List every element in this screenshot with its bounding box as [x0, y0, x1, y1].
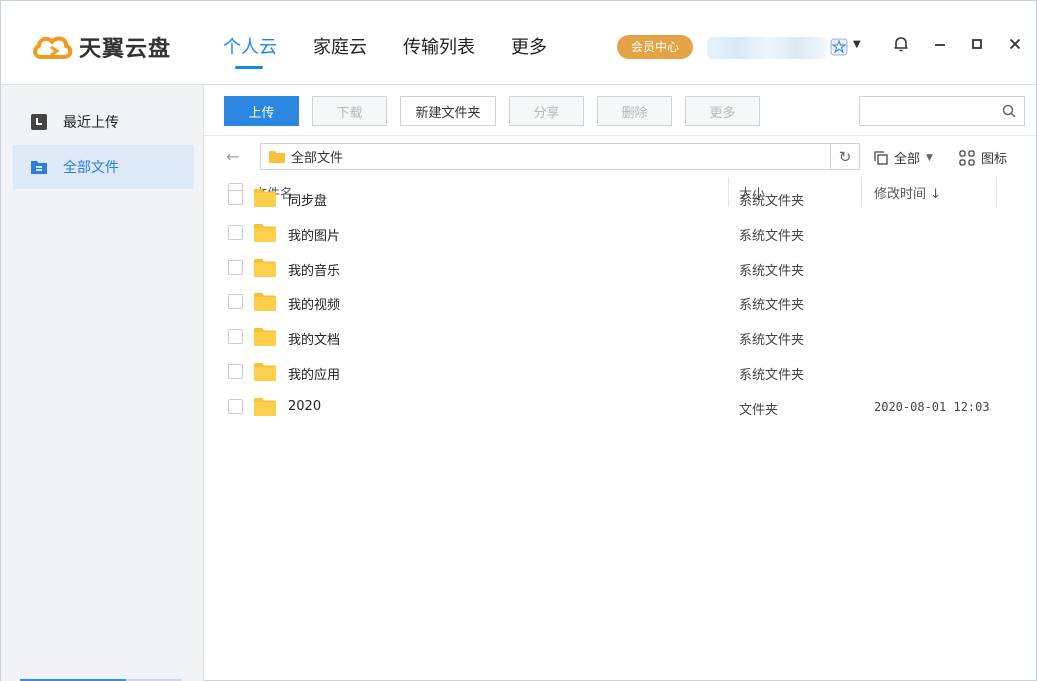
row-checkbox[interactable]	[228, 329, 243, 345]
folder-icon	[254, 258, 276, 277]
row-checkbox[interactable]	[228, 190, 243, 205]
file-list: 文件名 大小 修改时间 ↓ 同步盘系统文件夹我的图片系统文件夹我的音乐系统文件夹…	[204, 177, 1036, 418]
grid-icon	[959, 149, 975, 166]
tab-transfer-list[interactable]: 传输列表	[403, 33, 475, 59]
sidebar-item-label: 最近上传	[63, 115, 119, 131]
folder-icon	[254, 189, 276, 207]
app-logo: 天翼云盘	[31, 31, 171, 63]
sidebar-item-recent-upload[interactable]: 最近上传	[13, 100, 194, 144]
tab-personal-cloud[interactable]: 个人云	[223, 33, 277, 69]
download-button[interactable]: 下载	[312, 96, 387, 126]
view-mode-toggle[interactable]: 图标	[959, 148, 1007, 167]
filter-dropdown[interactable]: 全部 ▼	[874, 148, 933, 167]
title-bar: 天翼云盘 个人云 家庭云 传输列表 更多 会员中心 ▼	[1, 1, 1036, 85]
breadcrumb[interactable]: 全部文件	[260, 143, 860, 170]
folder-icon	[269, 151, 285, 163]
file-type: 系统文件夹	[739, 194, 805, 209]
file-name[interactable]: 我的音乐	[288, 260, 340, 279]
toolbar: 上传 下载 新建文件夹 分享 删除 更多	[204, 85, 1036, 135]
sidebar-item-label: 全部文件	[63, 160, 119, 176]
search-icon[interactable]	[1002, 104, 1016, 118]
recent-upload-icon	[31, 114, 47, 130]
file-name[interactable]: 我的图片	[288, 225, 340, 244]
cloud-logo-icon	[33, 36, 73, 59]
copy-icon	[874, 150, 888, 165]
sidebar: 最近上传 全部文件	[1, 85, 204, 681]
share-button[interactable]: 分享	[509, 96, 584, 126]
all-files-icon	[31, 161, 47, 174]
table-row[interactable]: 我的视频 系统文件夹	[204, 285, 1036, 320]
app-window: 天翼云盘 个人云 家庭云 传输列表 更多 会员中心 ▼ 最近上传 全部文件 上传…	[0, 0, 1037, 681]
user-avatar-icon[interactable]	[830, 38, 848, 56]
file-name[interactable]: 2020	[288, 399, 321, 414]
refresh-icon[interactable]: ↻	[830, 144, 859, 169]
file-type: 系统文件夹	[739, 368, 805, 383]
table-row[interactable]: 同步盘 系统文件夹	[204, 181, 1036, 216]
file-type: 系统文件夹	[739, 298, 805, 314]
user-account-name[interactable]	[707, 37, 827, 59]
view-label: 图标	[981, 152, 1008, 167]
close-icon[interactable]	[1004, 33, 1026, 55]
file-type: 系统文件夹	[739, 263, 805, 279]
table-row[interactable]: 我的图片 系统文件夹	[204, 216, 1036, 251]
back-arrow-icon[interactable]: ←	[226, 147, 239, 166]
maximize-icon[interactable]	[966, 33, 988, 55]
row-checkbox[interactable]	[228, 294, 243, 310]
row-checkbox[interactable]	[228, 224, 243, 240]
sidebar-item-all-files[interactable]: 全部文件	[13, 145, 194, 189]
row-checkbox[interactable]	[228, 259, 243, 275]
app-name: 天翼云盘	[79, 37, 172, 62]
file-name[interactable]: 同步盘	[288, 190, 327, 209]
table-row[interactable]: 我的音乐 系统文件夹	[204, 251, 1036, 286]
upload-button[interactable]: 上传	[224, 96, 299, 126]
delete-button[interactable]: 删除	[597, 96, 672, 126]
folder-icon	[254, 328, 276, 347]
row-checkbox[interactable]	[228, 364, 243, 379]
row-checkbox[interactable]	[228, 398, 243, 414]
table-row[interactable]: 我的文档 系统文件夹	[204, 320, 1036, 355]
folder-icon	[254, 363, 276, 381]
file-type: 系统文件夹	[739, 228, 805, 244]
file-type: 文件夹	[739, 402, 779, 418]
file-name[interactable]: 我的应用	[288, 364, 340, 383]
file-name[interactable]: 我的文档	[288, 329, 340, 348]
more-button[interactable]: 更多	[685, 96, 760, 126]
breadcrumb-current: 全部文件	[291, 151, 344, 166]
table-row[interactable]: 我的应用 系统文件夹	[204, 355, 1036, 390]
table-row[interactable]: 2020 文件夹 2020-08-01 12:03	[204, 390, 1036, 425]
file-name[interactable]: 我的视频	[288, 294, 340, 313]
user-menu-caret-icon[interactable]: ▼	[853, 39, 861, 50]
vip-center-button[interactable]: 会员中心	[617, 35, 693, 59]
main-nav: 个人云 家庭云 传输列表 更多	[223, 33, 583, 69]
bell-icon[interactable]	[890, 33, 912, 55]
folder-icon	[254, 293, 276, 312]
filter-label: 全部	[894, 152, 921, 167]
file-modified-time: 2020-08-01 12:03	[874, 399, 990, 414]
folder-icon	[254, 397, 276, 416]
tab-family-cloud[interactable]: 家庭云	[313, 33, 367, 59]
minimize-icon[interactable]	[929, 33, 951, 55]
file-type: 系统文件夹	[739, 333, 805, 349]
path-bar: ← 全部文件 ↻ 全部 ▼ 图标	[204, 135, 1036, 177]
folder-icon	[254, 223, 276, 242]
chevron-down-icon: ▼	[926, 152, 933, 163]
tab-more[interactable]: 更多	[511, 33, 547, 59]
new-folder-button[interactable]: 新建文件夹	[400, 96, 496, 126]
search-input[interactable]	[859, 96, 1025, 126]
